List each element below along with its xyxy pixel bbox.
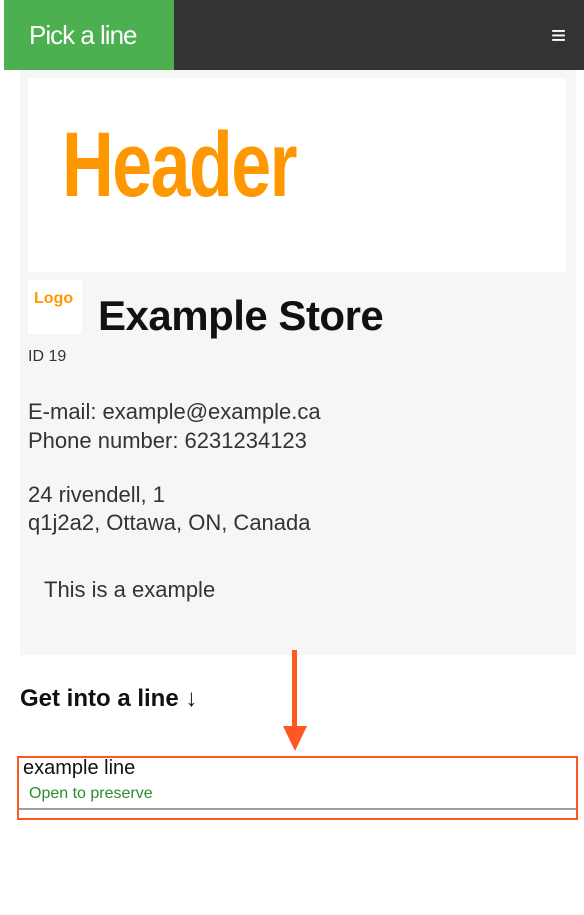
navbar: Pick a line ≡ [4, 0, 584, 70]
store-logo-text: Logo [34, 290, 74, 307]
brand-button[interactable]: Pick a line [4, 0, 174, 70]
store-id: ID 19 [28, 348, 67, 365]
line-status: Open to preserve [29, 785, 153, 802]
store-logo: Logo [28, 280, 82, 334]
store-name: Example Store [98, 292, 384, 339]
hamburger-menu-icon[interactable]: ≡ [551, 20, 566, 50]
store-address-line2: q1j2a2, Ottawa, ON, Canada [28, 510, 311, 535]
store-address: 24 rivendell, 1 q1j2a2, Ottawa, ON, Cana… [28, 481, 311, 537]
store-address-line1: 24 rivendell, 1 [28, 482, 165, 507]
annotation-arrow-shaft [292, 650, 297, 728]
lines-section-title: Get into a line ↓ [20, 685, 198, 712]
line-divider [19, 808, 576, 810]
header-banner-image: Header [28, 78, 566, 272]
page-edge [0, 0, 4, 915]
line-list-item[interactable]: example line Open to preserve [17, 756, 578, 820]
annotation-arrow-head [283, 726, 307, 751]
store-phone: Phone number: 6231234123 [28, 428, 307, 453]
store-card: Header Logo Example Store ID 19 E-mail: … [20, 70, 576, 655]
store-description: This is a example [44, 577, 216, 602]
store-email: E-mail: example@example.ca [28, 399, 321, 424]
store-contact: E-mail: example@example.ca Phone number:… [28, 397, 321, 455]
header-banner-text: Header [62, 114, 298, 216]
line-name: example line [23, 757, 136, 779]
